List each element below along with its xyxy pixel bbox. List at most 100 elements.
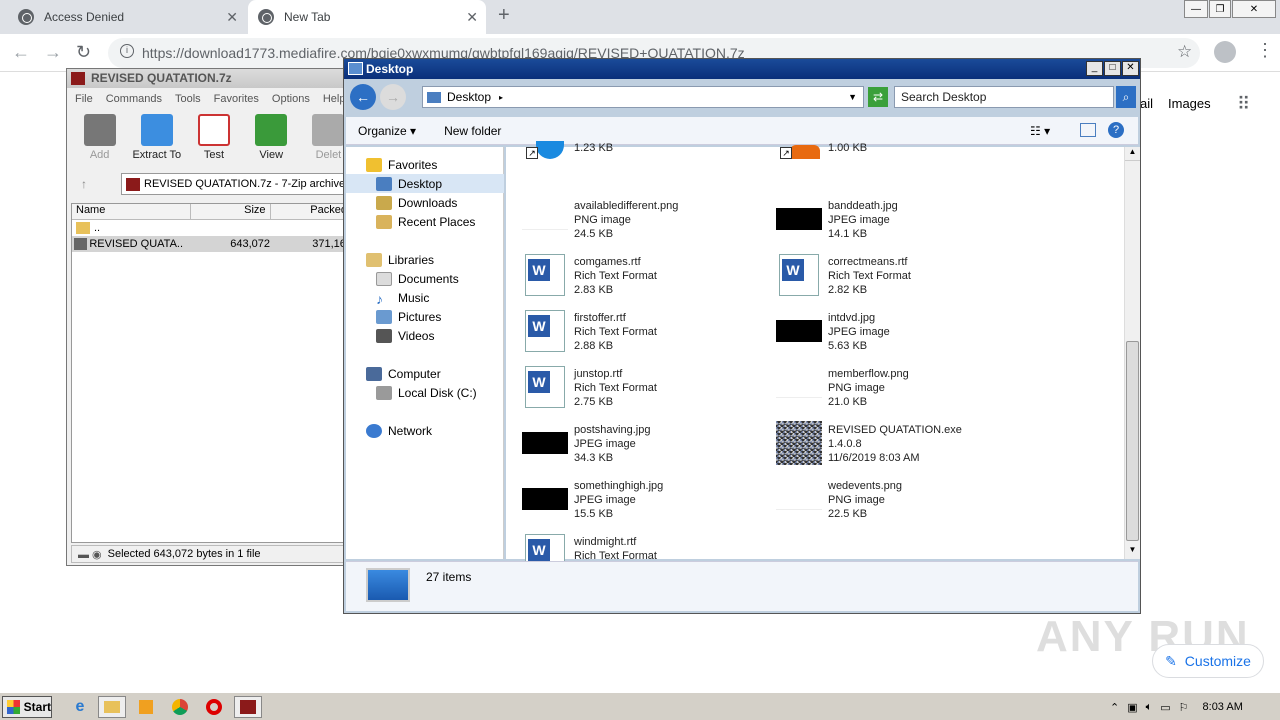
back-arrow-icon[interactable]: ← (350, 84, 376, 110)
view-options-icon[interactable]: ☷ ▾ (1030, 124, 1050, 138)
volume-icon[interactable]: 🔈︎ (1146, 701, 1153, 714)
nav-videos[interactable]: Videos (346, 326, 504, 345)
file-item[interactable]: Wcorrectmeans.rtf Rich Text Format 2.82 KB (776, 253, 1016, 305)
minimize-button[interactable]: — (1184, 0, 1208, 18)
minimize-button[interactable]: _ (1086, 61, 1103, 76)
close-icon[interactable]: ✕ (226, 9, 238, 26)
chrome-icon[interactable] (166, 696, 194, 718)
archive-file-list: Name Size Packed .. REVISED QUATA... 643… (71, 203, 353, 543)
file-item[interactable]: Wcomgames.rtf Rich Text Format 2.83 KB (522, 253, 762, 305)
file-item[interactable]: Wjunstop.rtf Rich Text Format 2.75 KB (522, 365, 762, 417)
maximize-button[interactable]: □ (1104, 61, 1121, 76)
forward-arrow-icon[interactable]: → (44, 42, 62, 63)
address-field[interactable]: Desktop ▸ ▼ (422, 86, 864, 108)
chevron-right-icon[interactable]: ▸ (499, 93, 503, 102)
preview-pane-icon[interactable] (1080, 123, 1096, 137)
column-packed[interactable]: Packed (271, 204, 352, 219)
apps-grid-icon[interactable]: ⠿ (1237, 94, 1250, 115)
clock[interactable]: 8:03 AM (1203, 701, 1243, 713)
tab-new-tab[interactable]: New Tab ✕ (248, 0, 486, 34)
file-name: intdvd.jpg (828, 312, 876, 324)
chevron-down-icon[interactable]: ▼ (848, 92, 857, 102)
add-button[interactable]: Add (73, 110, 126, 168)
nav-documents[interactable]: Documents (346, 269, 504, 288)
search-input[interactable]: Search Desktop (894, 86, 1114, 108)
explorer-taskbar-icon[interactable] (98, 696, 126, 718)
file-item[interactable]: intdvd.jpg JPEG image 5.63 KB (776, 309, 1016, 361)
nav-music[interactable]: ♪ Music (346, 288, 504, 307)
menu-dots-icon[interactable]: ⋮ (1256, 40, 1274, 61)
gmail-link[interactable]: ail (1140, 96, 1153, 111)
new-tab-button[interactable]: + (498, 4, 510, 27)
menu-options[interactable]: Options (272, 93, 310, 105)
info-icon[interactable]: i (120, 44, 134, 58)
file-item[interactable]: somethinghigh.jpg JPEG image 15.5 KB (522, 477, 762, 529)
show-hidden-icon[interactable]: ⌃ (1110, 701, 1119, 714)
file-item[interactable]: banddeath.jpg JPEG image 14.1 KB (776, 197, 1016, 249)
test-button[interactable]: Test (187, 110, 240, 168)
nav-desktop[interactable]: Desktop (346, 174, 504, 193)
extract-to-button[interactable]: Extract To (130, 110, 183, 168)
media-player-icon[interactable] (132, 696, 160, 718)
column-size[interactable]: Size (191, 204, 271, 219)
star-icon (366, 157, 382, 172)
tab-access-denied[interactable]: Access Denied ✕ (8, 0, 246, 34)
star-icon[interactable]: ☆ (1177, 42, 1192, 62)
vertical-scrollbar[interactable]: ▲ ▼ (1124, 147, 1140, 559)
nav-recent-places[interactable]: Recent Places (346, 212, 504, 231)
ie-icon[interactable]: e (66, 696, 94, 718)
word-document-icon: W (522, 365, 568, 409)
profile-avatar-icon[interactable] (1214, 41, 1236, 63)
nav-network[interactable]: Network (346, 421, 504, 440)
test-icon (198, 114, 230, 146)
organize-button[interactable]: Organize ▾ (358, 124, 416, 138)
customize-button[interactable]: ✎ Customize (1152, 644, 1264, 678)
menu-tools[interactable]: Tools (175, 93, 201, 105)
nav-libraries[interactable]: Libraries (346, 250, 504, 269)
file-item[interactable]: Wfirstoffer.rtf Rich Text Format 2.88 KB (522, 309, 762, 361)
scroll-up-icon[interactable]: ▲ (1125, 147, 1140, 161)
nav-downloads[interactable]: Downloads (346, 193, 504, 212)
menu-file[interactable]: File (75, 93, 93, 105)
flag-icon[interactable]: ⚐ (1179, 701, 1189, 714)
nav-pictures[interactable]: Pictures (346, 307, 504, 326)
images-link[interactable]: Images (1168, 96, 1211, 111)
view-button[interactable]: View (245, 110, 298, 168)
reload-icon[interactable]: ↻ (76, 42, 91, 63)
close-window-button[interactable]: ✕ (1232, 0, 1276, 18)
opera-icon[interactable] (200, 696, 228, 718)
nav-computer[interactable]: Computer (346, 364, 504, 383)
up-arrow-icon[interactable]: ↑ (81, 177, 87, 191)
start-button[interactable]: Start (2, 696, 52, 718)
file-item[interactable]: memberflow.png PNG image 21.0 KB (776, 365, 1016, 417)
file-item[interactable]: availabledifferent.png PNG image 24.5 KB (522, 197, 762, 249)
power-icon[interactable]: ▭ (1160, 701, 1170, 714)
help-icon[interactable]: ? (1108, 122, 1124, 138)
table-row[interactable]: .. (72, 220, 352, 236)
table-row[interactable]: REVISED QUATA... 643,072 371,165 (72, 236, 352, 252)
archive-path-field[interactable]: REVISED QUATATION.7z - 7-Zip archive, (121, 173, 353, 195)
refresh-icon[interactable]: ⇄ (868, 87, 888, 107)
column-name[interactable]: Name (72, 204, 192, 219)
winrar-taskbar-icon[interactable] (234, 696, 262, 718)
file-item[interactable]: REVISED QUATATION.exe 1.4.0.8 11/6/2019 8:… (776, 421, 1016, 473)
back-arrow-icon[interactable]: ← (12, 42, 30, 63)
menu-favorites[interactable]: Favorites (214, 93, 259, 105)
close-window-button[interactable]: ✕ (1122, 61, 1139, 76)
file-item[interactable]: postshaving.jpg JPEG image 34.3 KB (522, 421, 762, 473)
restore-button[interactable]: ❐ (1209, 0, 1231, 18)
new-folder-button[interactable]: New folder (444, 124, 501, 138)
network-tray-icon[interactable]: ▣ (1127, 701, 1137, 714)
file-item-text: comgames.rtf Rich Text Format 2.83 KB (574, 253, 657, 305)
file-item[interactable]: wedevents.png PNG image 22.5 KB (776, 477, 1016, 529)
nav-local-disk[interactable]: Local Disk (C:) (346, 383, 504, 402)
file-item[interactable]: ↗ 1.23 KB (522, 141, 762, 193)
search-icon[interactable]: ⌕ (1116, 86, 1136, 108)
menu-commands[interactable]: Commands (106, 93, 162, 105)
forward-arrow-icon[interactable]: → (380, 84, 406, 110)
file-item[interactable]: ↗ 1.00 KB (776, 141, 1016, 193)
close-icon[interactable]: ✕ (466, 9, 478, 26)
scroll-thumb[interactable] (1126, 341, 1139, 541)
nav-favorites[interactable]: Favorites (346, 155, 504, 174)
scroll-down-icon[interactable]: ▼ (1125, 545, 1140, 559)
